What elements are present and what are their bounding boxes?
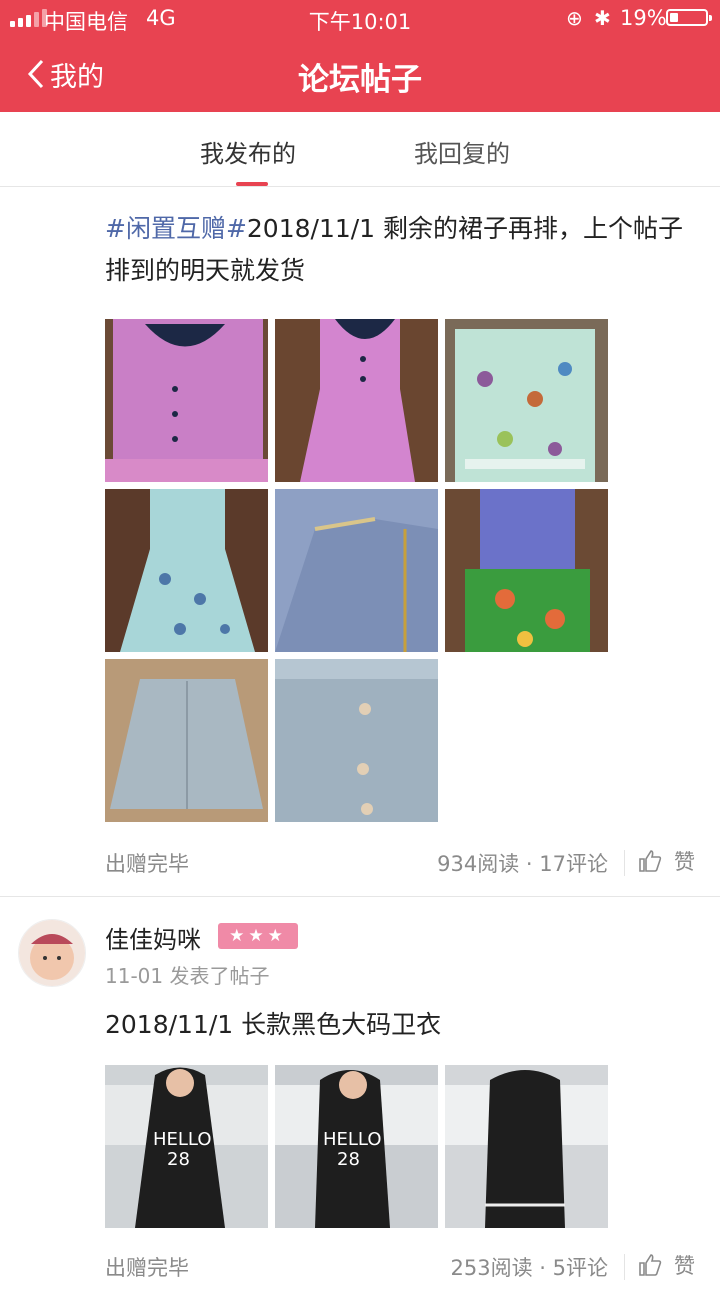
thumbs-up-icon: [639, 850, 662, 872]
bluetooth-icon: ✱: [594, 6, 611, 30]
level-badge: ★★★: [218, 923, 298, 949]
post-image[interactable]: [275, 319, 438, 482]
post-tag[interactable]: #闲置互赠#: [105, 214, 247, 243]
post-image[interactable]: [445, 319, 608, 482]
post-status: 出赠完毕: [105, 1256, 189, 1280]
post-image[interactable]: HELLO 28: [275, 1065, 438, 1228]
like-label: 赞: [674, 850, 695, 874]
post-image[interactable]: [445, 1065, 608, 1228]
divider: [624, 1254, 625, 1280]
author-name[interactable]: 佳佳妈咪: [105, 920, 201, 955]
post-image[interactable]: [105, 319, 268, 482]
tab-bar: 我发布的 我回复的: [0, 112, 720, 187]
divider: [0, 896, 720, 897]
svg-text:28: 28: [167, 1149, 190, 1170]
post-image[interactable]: [275, 489, 438, 652]
clock: 下午10:01: [308, 10, 412, 34]
page-title: 论坛帖子: [298, 62, 422, 98]
post-content[interactable]: #闲置互赠#2018/11/1 剩余的裙子再排，上个帖子排到的明天就发货: [105, 208, 705, 292]
post-image[interactable]: HELLO 28: [105, 1065, 268, 1228]
battery-icon: [666, 9, 712, 26]
svg-text:28: 28: [337, 1149, 360, 1170]
active-tab-indicator: [236, 182, 268, 186]
tab-my-posts[interactable]: 我发布的: [200, 134, 296, 169]
battery-percent: 19%: [620, 6, 667, 30]
svg-text:HELLO: HELLO: [153, 1129, 212, 1150]
post-footer: 出赠完毕 253阅读 · 5评论 赞: [0, 1252, 720, 1292]
post-footer: 出赠完毕 934阅读 · 17评论 赞: [0, 848, 720, 888]
post-stats: 934阅读 · 17评论: [437, 852, 608, 876]
top-bar: 中国电信 4G 下午10:01 ⊕ ✱ 19% 我的 论坛帖子: [0, 0, 720, 112]
avatar[interactable]: [18, 919, 86, 987]
post-stats: 253阅读 · 5评论: [450, 1256, 608, 1280]
post-image[interactable]: [445, 489, 608, 652]
thumbs-up-icon: [639, 1254, 662, 1276]
like-label: 赞: [674, 1254, 695, 1278]
svg-text:HELLO: HELLO: [323, 1129, 382, 1150]
post-image[interactable]: [105, 659, 268, 822]
post-text: 2018/11/1 长款黑色大码卫衣: [105, 1010, 442, 1039]
post-content[interactable]: 2018/11/1 长款黑色大码卫衣: [105, 1004, 705, 1046]
post-image[interactable]: [105, 489, 268, 652]
tab-my-replies[interactable]: 我回复的: [414, 134, 510, 169]
post-status: 出赠完毕: [105, 852, 189, 876]
post-image[interactable]: [275, 659, 438, 822]
like-button[interactable]: 赞: [638, 846, 695, 876]
status-bar: 中国电信 4G 下午10:01 ⊕ ✱ 19%: [0, 0, 720, 36]
divider: [624, 850, 625, 876]
rotation-lock-icon: ⊕: [566, 6, 583, 30]
like-button[interactable]: 赞: [638, 1250, 695, 1280]
post-time: 11-01 发表了帖子: [105, 964, 270, 988]
